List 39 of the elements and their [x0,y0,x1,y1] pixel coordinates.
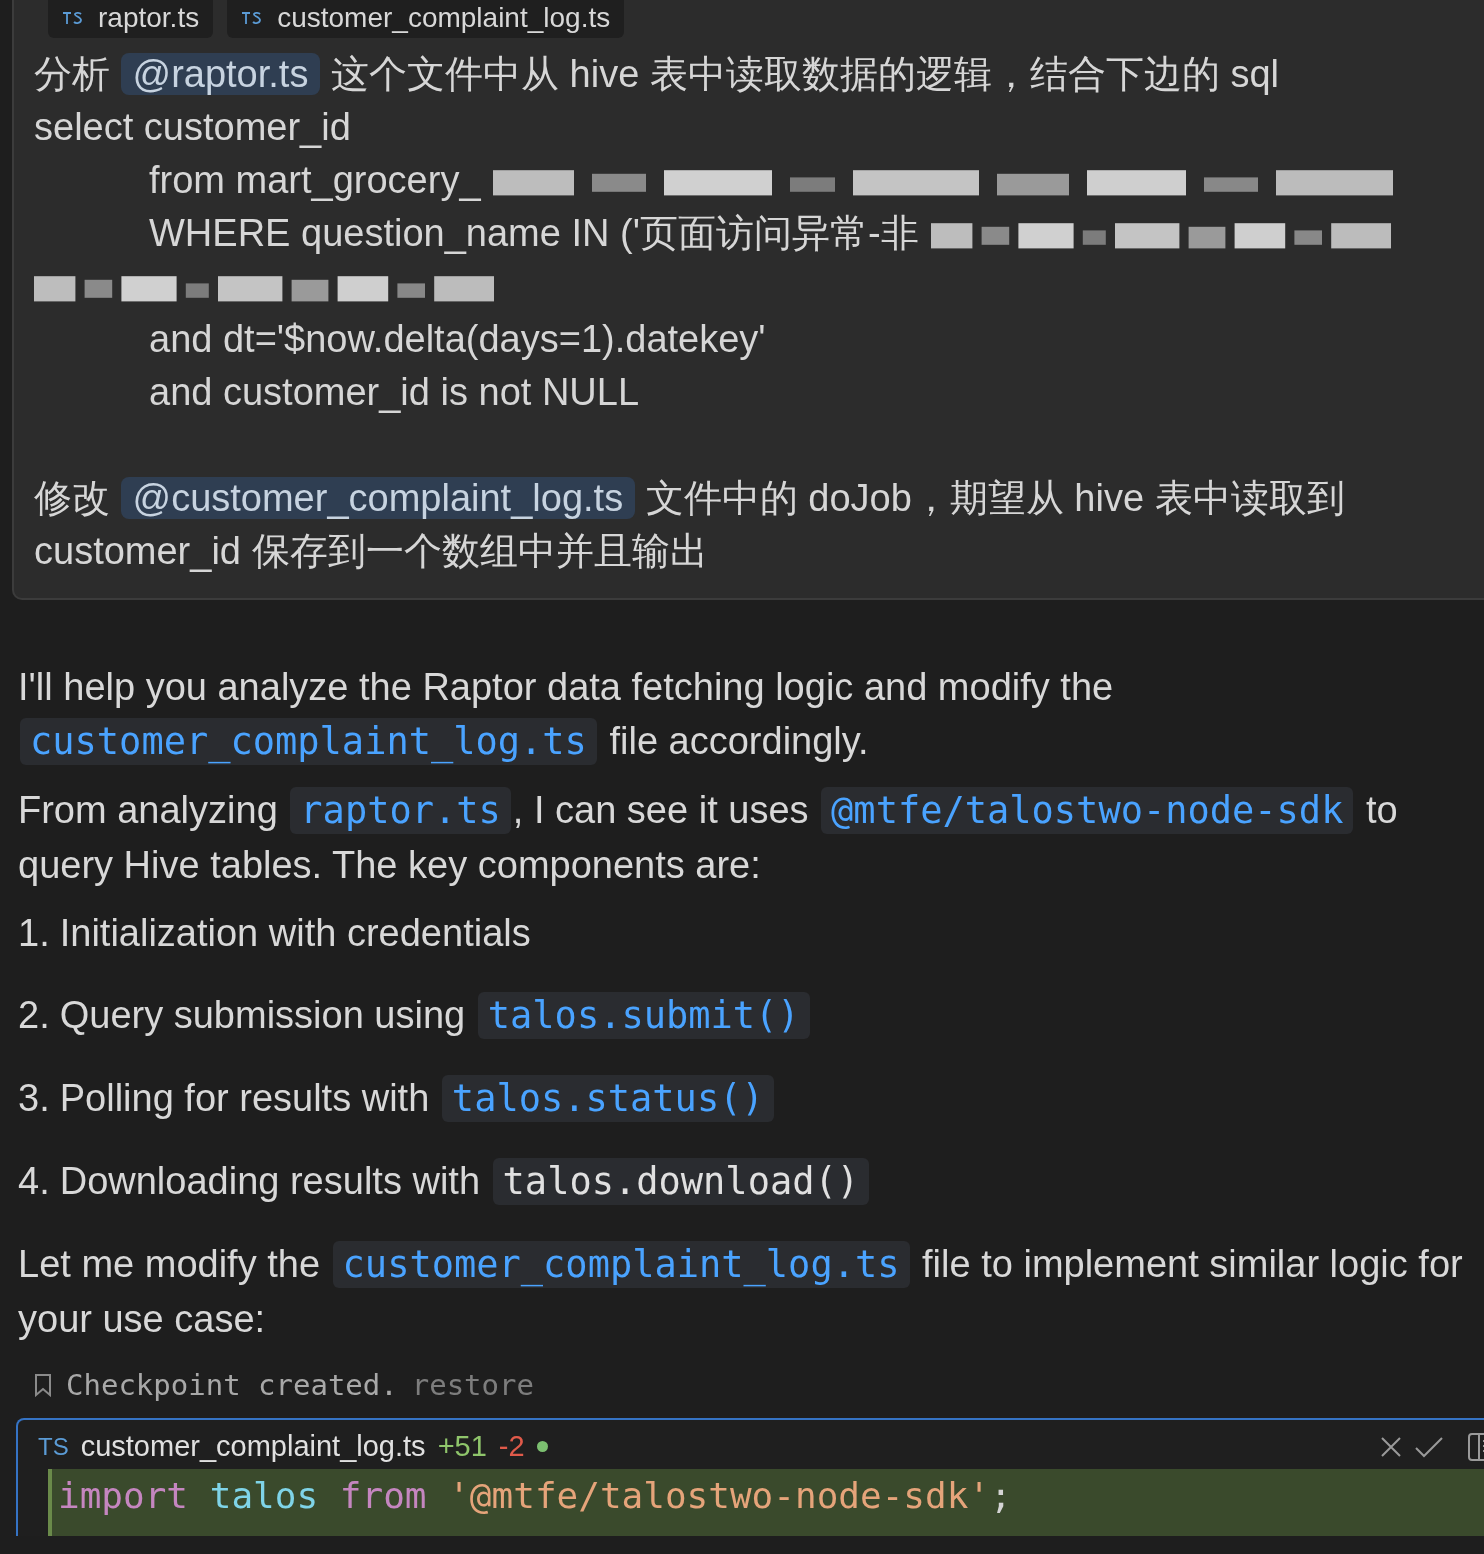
close-icon[interactable] [1380,1435,1402,1458]
list-item-text: Query submission using talos.submit() [59,988,812,1043]
inline-code[interactable]: talos.submit() [477,992,810,1039]
typescript-icon [62,11,84,25]
checkmark-icon[interactable] [1414,1435,1444,1458]
bookmark-icon [34,1373,52,1397]
file-type-label: TS [38,1432,69,1461]
message-card: raptor.ts customer_complaint_log.ts 分析 @raptor.ts 这个文件中从 hive 表中读取数据的逻辑，结合下边的 sql select customer_id from mart_grocery_ WHERE question_name IN ('页面访问异常-非 and dt='$now.delta(days=1).datekey' and customer_id is not NULL 修改 @customer_complaint_log.ts 文件中的 doJob，期望从 hive 表中读取到 customer_id 保存到一个数组中并且输出 [12,0,1484,600]
file-name: customer_complaint_log.ts [80,1430,426,1463]
list-number: 2. [18,993,50,1038]
prompt-text: and customer_id is not NULL [149,370,640,415]
file-mention[interactable]: @customer_complaint_log.ts [120,477,636,519]
prompt-text: 分析 @raptor.ts 这个文件中从 hive 表中读取数据的逻辑，结合下边的 sql [34,52,1280,97]
inline-code[interactable]: raptor.ts [290,787,511,834]
file-chip[interactable]: customer_complaint_log.ts [227,0,625,38]
prompt-text: and dt='$now.delta(days=1).datekey' [149,317,766,362]
inline-code[interactable]: customer_complaint_log.ts [332,1241,910,1288]
inline-code[interactable]: talos.status() [441,1075,774,1122]
list-item-text: Polling for results with talos.status() [59,1071,776,1126]
list-item-text: Initialization with credentials [59,911,531,956]
typescript-icon [241,11,264,25]
added-count: +51 [437,1430,487,1463]
response-paragraph: From analyzing raptor.ts , I can see it uses @mtfe/talostwo-node-sdk to query Hive tables. The key components are: [18,786,1399,888]
response-paragraph: I'll help you analyze the Raptor data fetching logic and modify the customer_complaint_log.ts file accordingly. [18,665,1115,767]
prompt-text: select customer_id [34,105,351,150]
list-number: 1. [18,911,50,956]
prompt-text: 修改 @customer_complaint_log.ts 文件中的 doJob，期望从 hive 表中读取到 customer_id 保存到一个数组中并且输出 [34,476,1346,574]
checkpoint-text: Checkpoint created. [66,1368,398,1402]
inline-code[interactable]: @mtfe/talostwo-node-sdk [821,787,1354,834]
file-chip[interactable]: raptor.ts [48,0,214,38]
file-mention[interactable]: @raptor.ts [120,53,321,95]
inline-code[interactable]: customer_complaint_log.ts [20,718,597,765]
list-item-text: Downloading results with talos.download() [59,1154,871,1209]
list-number: 4. [18,1159,50,1204]
inline-code: talos.download() [492,1158,869,1205]
restore-link[interactable]: restore [411,1368,534,1402]
removed-count: -2 [498,1430,525,1463]
response-paragraph: Let me modify the customer_complaint_log.ts file to implement similar logic for your use case: [18,1240,1464,1342]
list-number: 3. [18,1076,50,1121]
